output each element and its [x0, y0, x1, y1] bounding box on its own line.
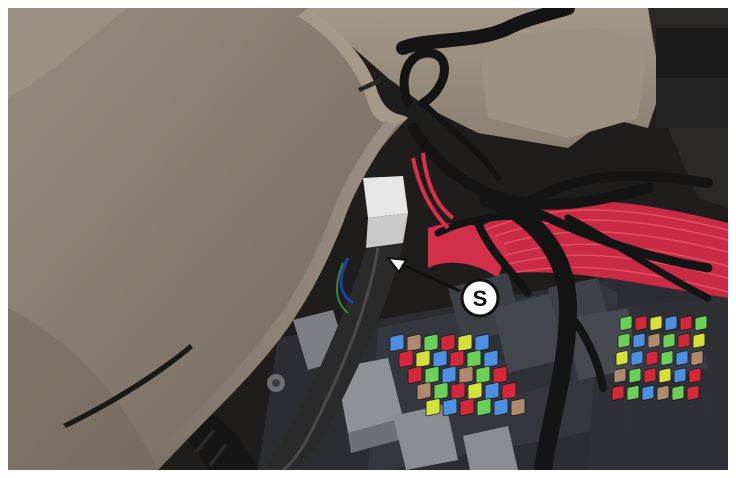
fuse: [415, 349, 431, 368]
fuse: [407, 365, 423, 385]
fuse: [449, 349, 465, 368]
fuse: [389, 333, 405, 352]
fuse: [679, 315, 693, 331]
fuse: [483, 349, 499, 368]
fuse: [613, 367, 627, 384]
fuse: [645, 350, 659, 366]
photo-scene: S: [8, 8, 728, 470]
fuse: [475, 365, 491, 384]
fuse: [673, 367, 687, 384]
fuse: [641, 385, 655, 401]
fuse: [459, 398, 475, 417]
fuse: [675, 350, 689, 366]
fuse: [406, 333, 422, 352]
fuse: [467, 382, 483, 401]
fuse: [450, 382, 466, 401]
engine-bay-photo: S: [8, 8, 728, 470]
fuse: [619, 315, 633, 331]
fuse: [630, 350, 644, 366]
fuse: [690, 350, 704, 366]
fuse: [660, 350, 674, 366]
fuse: [425, 398, 441, 417]
fuse: [484, 382, 500, 401]
fuse: [510, 398, 526, 417]
fuse: [432, 349, 448, 368]
fuse: [441, 365, 457, 384]
callout-label: S: [473, 286, 488, 311]
fuse: [458, 365, 474, 384]
fuse: [692, 332, 706, 349]
fuse: [656, 385, 670, 401]
fuse: [424, 365, 440, 384]
fuse: [686, 385, 700, 401]
figure-frame: S: [0, 0, 736, 478]
fuse: [647, 332, 661, 349]
fuse: [440, 333, 456, 352]
fuse: [433, 382, 449, 401]
fuse: [677, 332, 691, 349]
fuse: [664, 315, 678, 331]
fuse: [398, 349, 414, 368]
fuse: [474, 333, 490, 352]
fuse: [688, 367, 702, 384]
fuse: [634, 315, 648, 331]
fuse: [476, 398, 492, 417]
fuse: [457, 333, 473, 352]
fuse: [626, 385, 640, 401]
fuse: [416, 382, 432, 401]
fuse: [671, 385, 685, 401]
fuse: [492, 365, 508, 384]
fuse: [466, 349, 482, 368]
fuse: [617, 332, 631, 349]
fuse: [501, 381, 517, 401]
fuse: [662, 332, 676, 349]
fuse: [694, 315, 708, 332]
fuse: [615, 350, 629, 366]
fuse: [643, 367, 657, 384]
fuse: [611, 385, 625, 401]
white-connector: [363, 176, 408, 218]
fuse: [493, 398, 509, 417]
fuse: [658, 367, 672, 384]
fuse: [628, 367, 642, 384]
fuse: [649, 315, 663, 331]
fuse: [632, 332, 646, 349]
fuse: [423, 333, 439, 352]
fuse: [442, 398, 458, 417]
